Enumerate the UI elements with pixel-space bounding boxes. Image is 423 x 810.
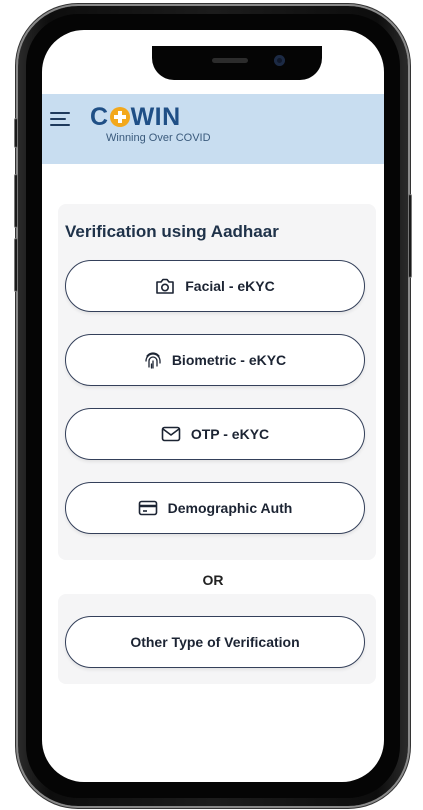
other-verification-button[interactable]: Other Type of Verification	[65, 616, 365, 668]
cowin-logo: C WIN Winning Over COVID	[90, 104, 211, 144]
phone-bezel: C WIN Winning Over COVID Verification us…	[26, 14, 400, 798]
power-button	[408, 194, 412, 278]
volume-down-button	[14, 238, 18, 292]
biometric-ekyc-button[interactable]: Biometric - eKYC	[65, 334, 365, 386]
facial-ekyc-button[interactable]: Facial - eKYC	[65, 260, 365, 312]
logo-text-right: WIN	[130, 103, 181, 131]
biometric-ekyc-label: Biometric - eKYC	[171, 352, 287, 368]
aadhaar-verification-card: Verification using Aadhaar Facial - eKYC	[58, 204, 376, 560]
logo-tagline: Winning Over COVID	[106, 132, 211, 144]
id-card-icon	[138, 500, 157, 516]
or-separator: OR	[202, 572, 224, 588]
phone-screen: C WIN Winning Over COVID Verification us…	[42, 30, 384, 782]
otp-ekyc-label: OTP - eKYC	[190, 426, 270, 442]
other-verification-card: Other Type of Verification	[58, 594, 376, 684]
demographic-auth-label: Demographic Auth	[167, 500, 293, 516]
front-camera	[274, 55, 285, 66]
volume-up-button	[14, 174, 18, 228]
demographic-auth-button[interactable]: Demographic Auth	[65, 482, 365, 534]
app-header: C WIN Winning Over COVID	[42, 94, 384, 164]
hamburger-menu-icon[interactable]	[50, 112, 70, 126]
logo-wordmark: C WIN	[90, 104, 211, 130]
logo-plus-icon	[109, 107, 130, 127]
otp-ekyc-button[interactable]: OTP - eKYC	[65, 408, 365, 460]
card-title: Verification using Aadhaar	[65, 222, 279, 241]
logo-text-left: C	[90, 103, 109, 131]
envelope-icon	[161, 426, 181, 442]
other-verification-label: Other Type of Verification	[130, 634, 300, 650]
facial-ekyc-label: Facial - eKYC	[185, 278, 275, 294]
speaker-grille	[212, 58, 248, 63]
camera-icon	[156, 278, 175, 294]
silent-switch	[14, 118, 18, 148]
phone-frame: C WIN Winning Over COVID Verification us…	[14, 6, 412, 806]
fingerprint-icon	[145, 352, 161, 369]
notch	[152, 46, 322, 80]
